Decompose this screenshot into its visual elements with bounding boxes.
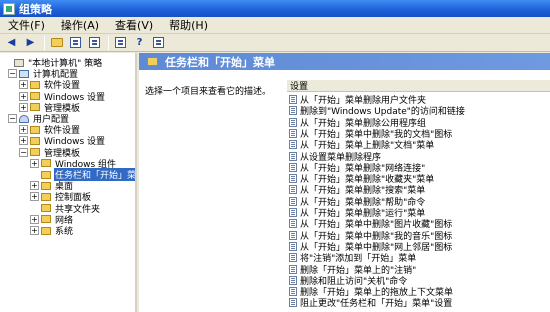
title-bar[interactable]: 组策略 [0, 0, 550, 17]
expand-icon[interactable]: + [19, 80, 28, 90]
details-pane: 任务栏和「开始」菜单 选择一个项目来查看它的描述。 设置 从「开始」菜单删除用户… [139, 53, 550, 312]
folder-icon [41, 170, 51, 179]
column-header-settings[interactable]: 设置 [287, 80, 550, 92]
collapse-icon[interactable]: − [19, 147, 28, 157]
policy-setting-icon [289, 208, 297, 217]
folder-icon [41, 159, 51, 168]
folder-icon [30, 125, 40, 134]
folder-icon [30, 136, 40, 145]
expand-icon[interactable]: + [30, 214, 39, 224]
comp-icon [19, 69, 29, 78]
description-text: 选择一个项目来查看它的描述。 [145, 87, 272, 97]
menu-view[interactable]: 查看(V) [107, 17, 161, 33]
expand-icon[interactable]: + [30, 192, 39, 202]
menu-help[interactable]: 帮助(H) [161, 17, 216, 33]
policy-setting-icon [289, 287, 297, 297]
settings-list[interactable]: 设置 从「开始」菜单删除用户文件夹 删除到"Windows Update"的访问和… [287, 80, 550, 312]
menu-action[interactable]: 操作(A) [53, 17, 107, 33]
policy-setting-icon [289, 174, 297, 184]
policy-setting-icon [289, 117, 297, 127]
menu-file[interactable]: 文件(F) [0, 17, 53, 33]
folder-icon [41, 204, 51, 213]
details-header: 任务栏和「开始」菜单 [139, 53, 550, 70]
policy-setting-icon [289, 253, 297, 263]
toolbar: ◀ ▶ ? [0, 34, 550, 52]
column-header-label: 设置 [290, 82, 309, 92]
folder-icon [41, 226, 51, 235]
policy-setting-icon [289, 128, 297, 138]
policy-setting-icon [289, 140, 297, 150]
folder-icon [147, 57, 158, 66]
expand-icon[interactable]: + [19, 136, 28, 146]
folder-icon [41, 215, 51, 224]
group-policy-app-icon [3, 2, 15, 15]
properties-button[interactable] [86, 35, 103, 50]
expand-icon[interactable]: + [19, 102, 28, 112]
setting-label: 阻止更改"任务栏和「开始」菜单"设置 [300, 299, 453, 310]
tree-item-label: 系统 [55, 227, 74, 237]
folder-icon [30, 148, 40, 157]
toolbar-separator [108, 35, 109, 50]
expand-icon[interactable]: + [30, 226, 39, 235]
policy-setting-icon [289, 162, 297, 172]
policy-setting-icon [289, 264, 297, 274]
policy-setting-icon [289, 185, 297, 195]
forward-icon: ▶ [26, 37, 35, 48]
folder-icon [41, 192, 51, 201]
collapse-icon[interactable]: − [8, 69, 17, 79]
policy-setting-icon [289, 95, 297, 104]
policy-setting-icon [289, 106, 297, 116]
policy-setting-icon [289, 298, 297, 308]
window-title: 组策略 [19, 2, 52, 16]
help-button[interactable]: ? [131, 35, 148, 50]
refresh-icon [115, 37, 126, 48]
policy-setting-icon [289, 196, 297, 206]
policy-setting-icon [289, 241, 297, 251]
show-tree-icon [70, 37, 81, 48]
folder-up-icon [50, 38, 63, 47]
expand-icon[interactable]: + [19, 125, 28, 135]
view-icon [153, 37, 164, 48]
toolbar-separator [44, 35, 45, 50]
properties-icon [89, 37, 100, 48]
help-icon: ? [136, 37, 143, 48]
show-tree-button[interactable] [67, 35, 84, 50]
tree-item[interactable]: + 系统 [30, 225, 74, 237]
expand-icon[interactable]: + [30, 181, 39, 191]
tree-item[interactable]: 任务栏和「开始」菜 [30, 168, 135, 181]
folder-icon [41, 181, 51, 190]
policy-setting-icon [289, 275, 297, 285]
view-button[interactable] [150, 35, 167, 50]
folder-icon [30, 92, 40, 101]
folder-icon [30, 80, 40, 89]
menu-bar: 文件(F) 操作(A) 查看(V) 帮助(H) [0, 17, 550, 34]
setting-row[interactable]: 阻止更改"任务栏和「开始」菜单"设置 [287, 297, 453, 310]
group-policy-window: 组策略 文件(F) 操作(A) 查看(V) 帮助(H) ◀ ▶ ? "本地计算机… [0, 0, 550, 312]
policy-setting-icon [289, 151, 297, 161]
back-button[interactable]: ◀ [3, 35, 20, 50]
policy-tree[interactable]: "本地计算机" 策略 − 计算机配置 + 软件设置 + Windows 设置 + 管理模板 − 用户… [0, 53, 137, 312]
expand-icon[interactable]: + [19, 91, 28, 101]
collapse-icon[interactable]: − [8, 114, 17, 123]
user-icon [19, 114, 29, 123]
back-icon: ◀ [7, 37, 16, 48]
expand-icon[interactable]: + [30, 158, 39, 168]
folder-icon [30, 103, 40, 112]
policy-setting-icon [289, 230, 297, 240]
details-header-title: 任务栏和「开始」菜单 [165, 55, 275, 69]
policy-icon [14, 58, 24, 67]
forward-button[interactable]: ▶ [22, 35, 39, 50]
refresh-button[interactable] [112, 35, 129, 50]
policy-setting-icon [289, 219, 297, 229]
folder-up-button[interactable] [48, 35, 65, 50]
